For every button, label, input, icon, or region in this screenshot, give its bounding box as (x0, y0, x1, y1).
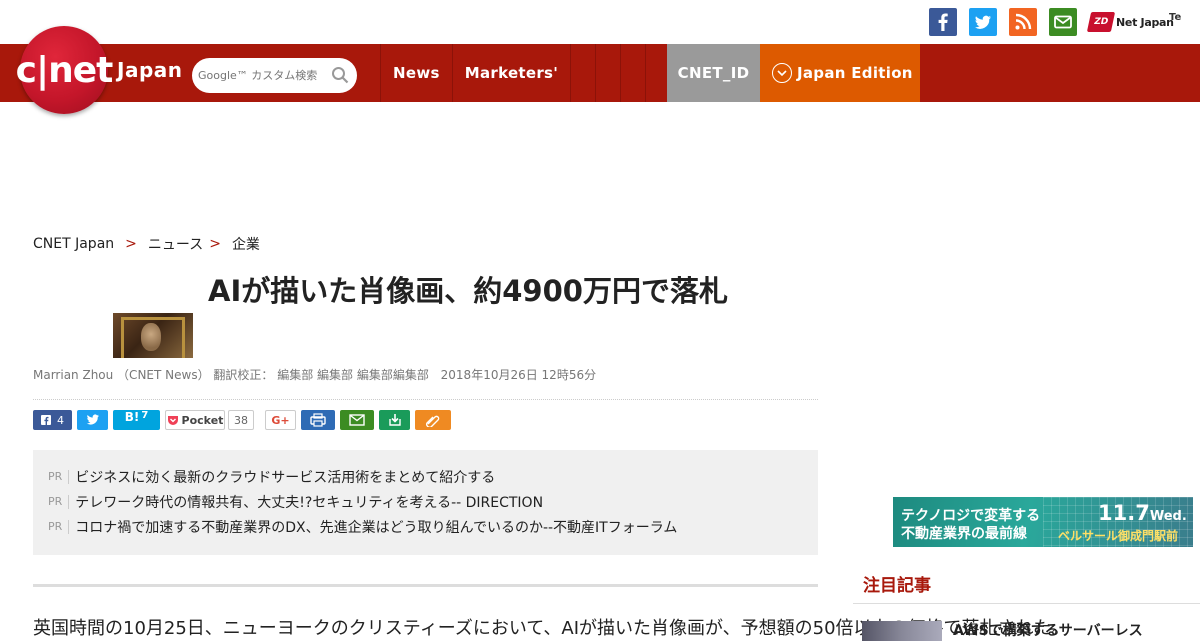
email-share-button[interactable] (340, 410, 374, 430)
techrepublic-text: Te (1169, 12, 1182, 23)
pr-tag: PR (48, 494, 70, 509)
zdnet-japan-link[interactable]: ZD Net Japan (1086, 10, 1174, 34)
pocket-label: Pocket (181, 413, 224, 427)
article-thumbnail[interactable] (113, 313, 193, 358)
share-buttons: 4 B! 7 Pocket 38 G+ (33, 410, 451, 430)
zdnet-text: Net Japan (1116, 15, 1174, 29)
pr-tag: PR (48, 519, 70, 534)
search-input[interactable] (198, 69, 330, 82)
mail-icon[interactable] (1049, 8, 1077, 36)
event-ad-banner[interactable]: テクノロジで変革する 不動産業界の最前線 11.7Wed. ベルサール御成門駅前 (893, 497, 1193, 547)
twitter-icon (86, 414, 99, 425)
nav-item-empty-1[interactable] (570, 44, 595, 102)
search-box (192, 58, 357, 93)
breadcrumb-home[interactable]: CNET Japan (33, 236, 114, 252)
sidebar-item-link[interactable]: AWSで構築するサーバーレス (953, 620, 1143, 640)
hatena-count: 7 (141, 410, 149, 421)
zdnet-logo: ZD (1086, 12, 1116, 32)
pocket-count: 38 (228, 410, 254, 430)
divider (33, 584, 818, 587)
author-credit: Marrian Zhou （CNET News） 翻訳校正： 編集部 編集部 編… (33, 368, 429, 382)
facebook-share-button[interactable]: 4 (33, 410, 72, 430)
pr-link[interactable]: テレワーク時代の情報共有、大丈夫!?セキュリティを考える-- DIRECTION (75, 492, 543, 512)
pr-tag: PR (48, 469, 70, 484)
pr-links-box: PR ビジネスに効く最新のクラウドサービス活用術をまとめて紹介する PR テレワ… (33, 450, 818, 555)
print-button[interactable] (301, 410, 335, 430)
pr-item: PR コロナ禍で加速する不動産業界のDX、先進企業はどう取り組んでいるのか--不… (48, 514, 803, 539)
nav-item-empty-2[interactable] (595, 44, 620, 102)
publish-date: 2018年10月26日 12時56分 (440, 368, 597, 382)
edition-selector[interactable]: Japan Edition (760, 44, 920, 102)
search-icon[interactable] (331, 66, 349, 88)
chevron-down-icon (772, 63, 792, 83)
top-social-strip: ZD Net Japan Te (0, 0, 1200, 44)
facebook-icon[interactable] (929, 8, 957, 36)
pr-link[interactable]: コロナ禍で加速する不動産業界のDX、先進企業はどう取り組んでいるのか--不動産I… (75, 517, 677, 537)
ad-date: 11.7Wed. (1098, 501, 1187, 525)
google-plus-button[interactable]: G+ (265, 410, 296, 430)
paperclip-icon (426, 415, 440, 427)
portrait-face (141, 323, 161, 351)
edition-label: Japan Edition (797, 64, 913, 82)
pr-item: PR ビジネスに効く最新のクラウドサービス活用術をまとめて紹介する (48, 464, 803, 489)
breadcrumb-separator: > (209, 236, 221, 252)
nav-item-marketers[interactable]: Marketers' (451, 44, 570, 102)
mail-icon (349, 414, 365, 426)
download-icon (388, 414, 401, 426)
breadcrumb-news[interactable]: ニュース (148, 234, 203, 254)
pr-link[interactable]: ビジネスに効く最新のクラウドサービス活用術をまとめて紹介する (75, 467, 495, 487)
pocket-button[interactable]: Pocket (165, 410, 225, 430)
breadcrumb-separator: > (125, 236, 137, 252)
breadcrumb: CNET Japan > ニュース > 企業 (33, 234, 260, 254)
sidebar-section-title: 注目記事 (853, 561, 1200, 604)
pr-item: PR テレワーク時代の情報共有、大丈夫!?セキュリティを考える-- DIRECT… (48, 489, 803, 514)
sidebar-item-thumbnail[interactable] (862, 621, 942, 641)
nav-item-empty-3[interactable] (620, 44, 645, 102)
breadcrumb-category[interactable]: 企業 (232, 234, 260, 254)
techrepublic-link[interactable]: Te (1169, 12, 1181, 23)
rss-icon[interactable] (1009, 8, 1037, 36)
ad-venue: ベルサール御成門駅前 (1058, 529, 1179, 543)
article-byline: Marrian Zhou （CNET News） 翻訳校正： 編集部 編集部 編… (33, 366, 596, 383)
ad-headline-2: 不動産業界の最前線 (901, 526, 1027, 542)
twitter-icon[interactable] (969, 8, 997, 36)
nav-item-news[interactable]: News (380, 44, 452, 102)
nav-menu: News Marketers' (380, 44, 670, 102)
facebook-icon (41, 415, 51, 425)
save-button[interactable] (379, 410, 410, 430)
hatena-bookmark-button[interactable]: B! 7 (113, 410, 160, 430)
facebook-share-count: 4 (57, 413, 64, 427)
cnet-id-button[interactable]: CNET_ID (667, 44, 760, 102)
print-icon (310, 413, 326, 427)
ad-date-day: Wed. (1149, 509, 1187, 524)
divider (33, 399, 818, 400)
ad-headline-1: テクノロジで変革する (901, 508, 1041, 524)
article-title: AIが描いた肖像画、約4900万円で落札 (208, 274, 728, 308)
twitter-share-button[interactable] (77, 410, 108, 430)
logo-japan-text: Japan (117, 58, 183, 82)
pocket-icon (167, 416, 178, 425)
clip-button[interactable] (415, 410, 451, 430)
hatena-label: B! (124, 410, 140, 424)
cnet-logo[interactable]: c|net (16, 26, 113, 114)
logo-text: c|net (15, 49, 114, 91)
ad-date-number: 11.7 (1098, 501, 1150, 525)
